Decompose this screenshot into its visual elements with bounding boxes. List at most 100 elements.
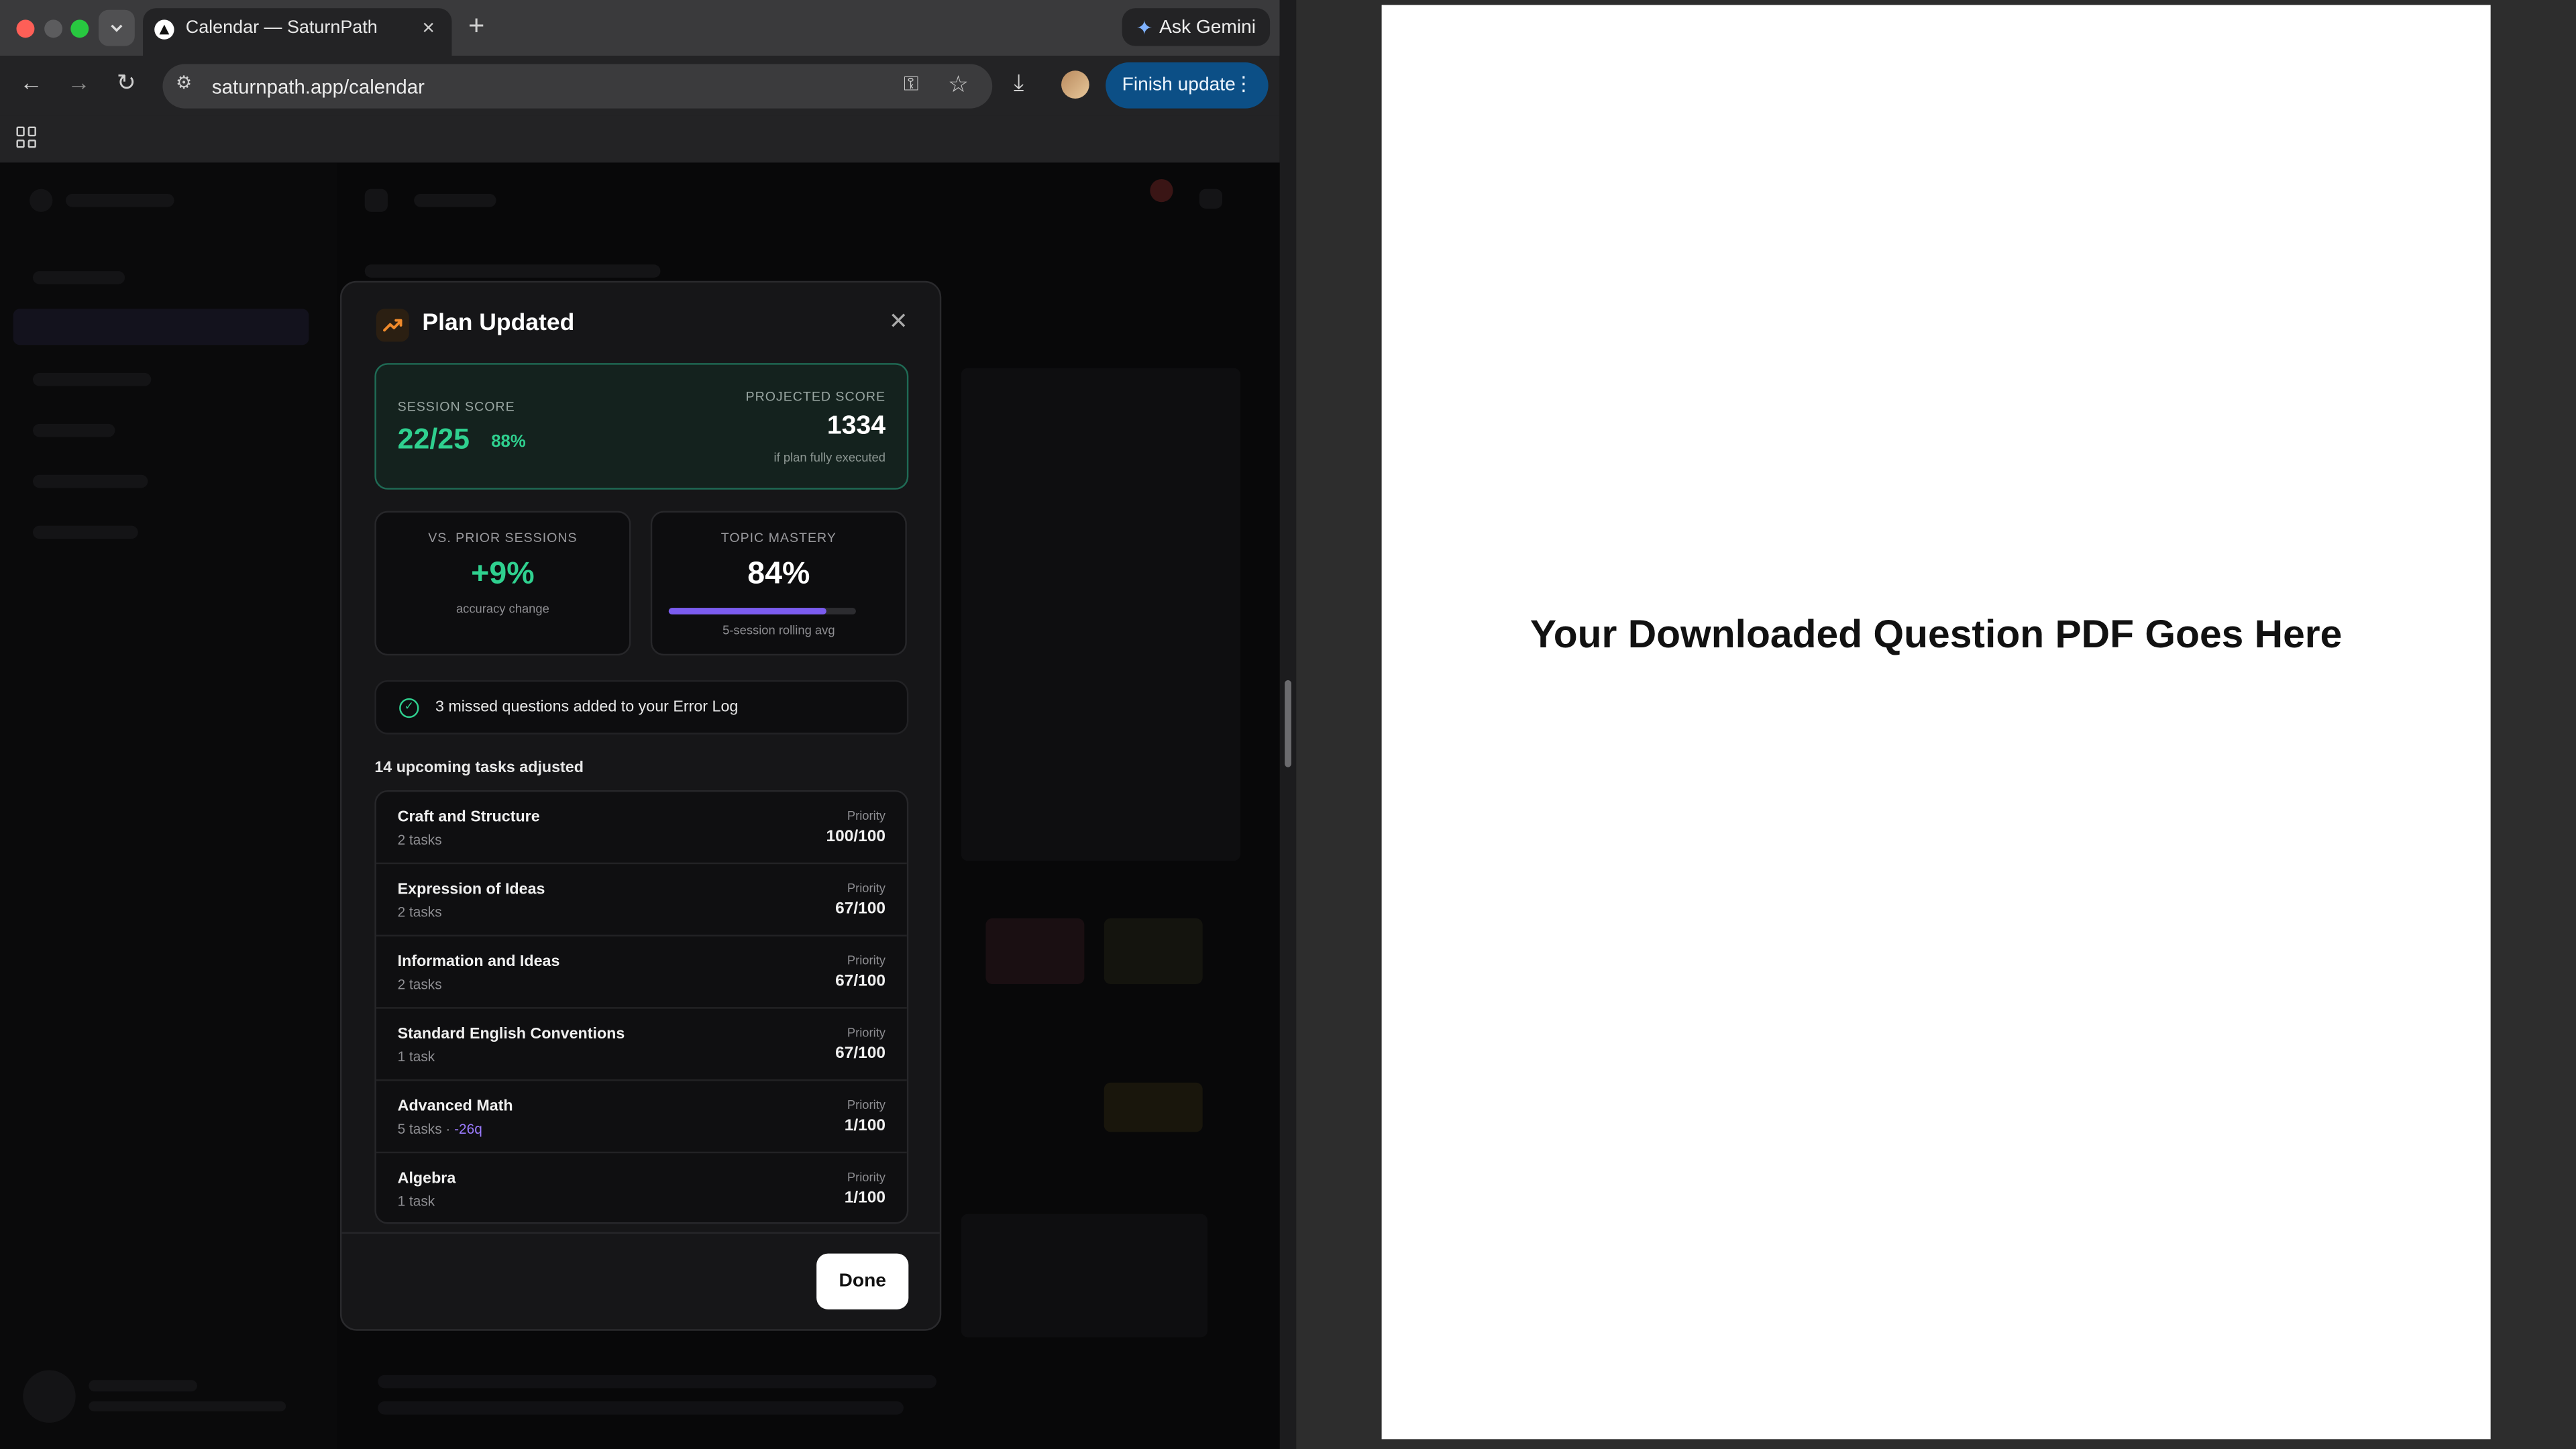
dimmed-calendar-panel xyxy=(961,368,1240,861)
task-topic-name: Expression of Ideas xyxy=(397,880,545,899)
back-arrow-icon[interactable]: ← xyxy=(19,69,42,95)
dimmed-user-avatar xyxy=(23,1370,76,1423)
chevron-down-icon xyxy=(111,24,123,32)
task-row: Standard English Conventions 1 task Priori… xyxy=(376,1009,907,1081)
dimmed-nav-item xyxy=(32,525,138,539)
mastery-progress-fill xyxy=(668,608,826,614)
trending-up-icon xyxy=(376,309,409,342)
projected-score-label: PROJECTED SCORE xyxy=(745,389,886,405)
topic-mastery-card: TOPIC MASTERY 84% 5-session rolling avg xyxy=(650,511,907,656)
task-priority-label: Priority xyxy=(847,1169,886,1185)
dimmed-notification-dot xyxy=(1150,178,1173,203)
dimmed-nav-item xyxy=(32,474,148,488)
error-log-notice: ✓ 3 missed questions added to your Error… xyxy=(374,680,909,735)
dimmed-card xyxy=(961,1214,1208,1338)
maximize-window-button[interactable] xyxy=(70,19,89,38)
task-priority-label: Priority xyxy=(847,880,886,896)
error-log-text: 3 missed questions added to your Error L… xyxy=(435,698,739,716)
task-priority-value: 100/100 xyxy=(826,828,886,847)
task-row: Information and Ideas 2 tasks Priority 67/1… xyxy=(376,936,907,1009)
adjusted-task-list: Craft and Structure 2 tasks Priority 100/10… xyxy=(374,790,909,1224)
done-button[interactable]: Done xyxy=(816,1253,909,1309)
finish-update-button[interactable]: Finish update ⋮ xyxy=(1106,62,1269,109)
tab-search-button[interactable] xyxy=(98,9,135,46)
dimmed-event-block xyxy=(1104,918,1203,984)
dimmed-legend-row xyxy=(378,1375,936,1389)
session-score-label: SESSION SCORE xyxy=(397,399,515,415)
prior-sessions-card: VS. PRIOR SESSIONS +9% accuracy change xyxy=(374,511,631,656)
session-score-percent: 88% xyxy=(491,432,526,452)
task-count: 1 task xyxy=(398,1048,435,1064)
task-count: 2 tasks xyxy=(398,904,442,920)
tasks-heading: 14 upcoming tasks adjusted xyxy=(374,759,584,777)
dimmed-logo xyxy=(30,189,53,212)
task-question-delta: -26q xyxy=(454,1120,482,1137)
task-count-text: 2 tasks xyxy=(397,975,442,993)
task-priority-value: 1/100 xyxy=(844,1117,886,1136)
bookmark-star-icon[interactable]: ☆ xyxy=(948,70,969,99)
resize-handle[interactable] xyxy=(1285,680,1291,767)
saturnpath-favicon-icon xyxy=(154,19,174,40)
topic-mastery-label: TOPIC MASTERY xyxy=(720,531,837,546)
task-priority-label: Priority xyxy=(847,1097,886,1112)
task-count: 2 tasks xyxy=(398,976,442,992)
dimmed-nav-item xyxy=(32,372,152,386)
check-circle-icon: ✓ xyxy=(399,698,419,718)
site-settings-icon[interactable]: ⚙ xyxy=(176,72,192,93)
task-row: Algebra 1 task Priority 1/100 xyxy=(376,1153,907,1222)
task-row: Craft and Structure 2 tasks Priority 100/10… xyxy=(376,792,907,865)
download-icon[interactable]: ⤓ xyxy=(1014,69,1024,97)
topic-mastery-note: 5-session rolling avg xyxy=(722,623,835,638)
task-count: 1 task xyxy=(398,1193,435,1209)
address-bar[interactable]: ⚙ saturnpath.app/calendar ⚿ ☆ xyxy=(162,64,993,109)
minimize-window-button[interactable] xyxy=(44,19,63,38)
task-count-text: 2 tasks xyxy=(397,831,442,848)
more-vertical-icon: ⋮ xyxy=(1234,72,1254,96)
task-topic-name: Standard English Conventions xyxy=(397,1025,625,1044)
dimmed-user-email xyxy=(89,1401,286,1411)
dimmed-legend-row xyxy=(378,1401,904,1415)
dimmed-sidebar xyxy=(0,162,337,1449)
task-count: 2 tasks xyxy=(398,831,442,847)
password-key-icon[interactable]: ⚿ xyxy=(904,72,918,97)
modal-title: Plan Updated xyxy=(422,310,575,337)
task-priority-label: Priority xyxy=(847,1025,886,1040)
dimmed-event-block xyxy=(1104,1082,1203,1132)
profile-avatar[interactable] xyxy=(1061,70,1089,99)
dimmed-app-name xyxy=(65,193,174,207)
session-score-card: SESSION SCORE 22/25 88% PROJECTED SCORE … xyxy=(374,363,909,490)
bookmarks-bar xyxy=(0,115,1280,163)
task-topic-name: Advanced Math xyxy=(397,1097,513,1116)
pdf-placeholder-text: Your Downloaded Question PDF Goes Here xyxy=(1529,612,2343,657)
topic-mastery-value: 84% xyxy=(747,557,810,592)
tab-bar: Calendar — SaturnPath × + ✦ Ask Gemini xyxy=(0,0,1280,56)
active-tab[interactable]: Calendar — SaturnPath × xyxy=(143,8,452,56)
task-priority-value: 67/100 xyxy=(835,1044,886,1063)
task-row: Advanced Math 5 tasks · -26q Priority 1/100 xyxy=(376,1081,907,1154)
apps-grid-icon[interactable] xyxy=(16,126,38,148)
tab-close-icon[interactable]: × xyxy=(422,15,435,40)
task-count-text: 5 tasks · xyxy=(397,1120,455,1137)
task-topic-name: Information and Ideas xyxy=(397,953,560,971)
task-count-text: 2 tasks xyxy=(397,903,442,920)
close-icon[interactable]: ✕ xyxy=(889,307,908,335)
gemini-sparkle-icon: ✦ xyxy=(1136,15,1153,39)
reload-icon[interactable]: ↻ xyxy=(117,69,136,97)
footer-divider xyxy=(341,1232,940,1234)
ask-gemini-button[interactable]: ✦ Ask Gemini xyxy=(1122,8,1271,46)
prior-sessions-label: VS. PRIOR SESSIONS xyxy=(428,531,578,546)
prior-sessions-value: +9% xyxy=(471,557,535,592)
dimmed-header-icon xyxy=(364,189,388,212)
forward-arrow-icon[interactable]: → xyxy=(67,69,90,95)
split-view-divider xyxy=(1279,0,1297,1449)
task-count: 5 tasks · -26q xyxy=(398,1120,482,1136)
pdf-viewer-pane: Your Downloaded Question PDF Goes Here xyxy=(1296,0,2576,1449)
dimmed-nav-item xyxy=(32,271,125,284)
ask-gemini-label: Ask Gemini xyxy=(1159,17,1256,38)
url-text: saturnpath.app/calendar xyxy=(211,75,425,99)
plan-updated-modal: Plan Updated ✕ SESSION SCORE 22/25 88% P… xyxy=(339,280,942,1331)
task-count-text: 1 task xyxy=(397,1048,435,1065)
new-tab-button[interactable]: + xyxy=(468,10,484,43)
close-window-button[interactable] xyxy=(16,19,35,38)
dimmed-event-block xyxy=(985,918,1085,984)
